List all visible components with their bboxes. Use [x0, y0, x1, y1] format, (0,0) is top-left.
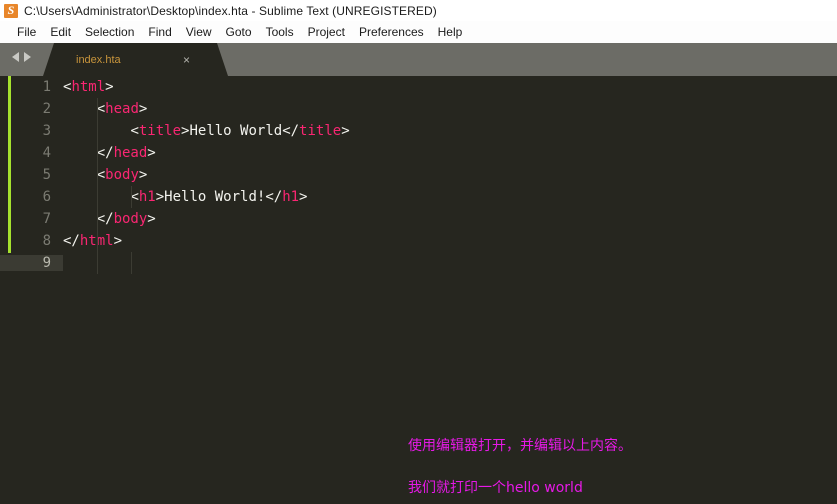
code-text: <h1>Hello World!</h1> — [130, 189, 308, 205]
menu-item-selection[interactable]: Selection — [78, 23, 141, 41]
code-text: <title>Hello World</title> — [130, 123, 350, 139]
chevron-right-icon[interactable] — [24, 52, 31, 62]
indent-guide — [131, 186, 132, 208]
line-number: 7 — [42, 211, 51, 227]
line-number: 3 — [42, 123, 51, 139]
line-number: 6 — [42, 189, 51, 205]
menu-item-file[interactable]: File — [10, 23, 43, 41]
menu-item-view[interactable]: View — [179, 23, 219, 41]
line-number: 1 — [42, 79, 51, 95]
code-line[interactable]: 7 </body> — [0, 208, 837, 230]
window-title: C:\Users\Administrator\Desktop\index.hta… — [24, 3, 437, 18]
line-number: 8 — [42, 233, 51, 249]
line-number: 9 — [0, 255, 63, 271]
code-editor[interactable]: 1 <html> 2 <head> 3 <title>Hello World</tit… — [0, 76, 837, 504]
menu-bar: File Edit Selection Find View Goto Tools Projec… — [0, 21, 837, 43]
menu-item-find[interactable]: Find — [141, 23, 178, 41]
code-line[interactable]: 3 <title>Hello World</title> — [0, 120, 837, 142]
code-line[interactable]: 5 <body> — [0, 164, 837, 186]
menu-item-help[interactable]: Help — [431, 23, 470, 41]
code-line[interactable]: 8 </html> — [0, 230, 837, 252]
code-text: </head> — [96, 145, 156, 161]
indent-guide — [97, 98, 98, 274]
menu-item-preferences[interactable]: Preferences — [352, 23, 431, 41]
chevron-left-icon[interactable] — [12, 52, 19, 62]
sublime-text-icon — [4, 3, 18, 18]
sublime-text-window: C:\Users\Administrator\Desktop\index.hta… — [0, 0, 837, 504]
annotation-line-1: 使用编辑器打开，并编辑以上内容。 — [408, 438, 632, 454]
code-text: </html> — [63, 233, 123, 249]
line-number: 5 — [42, 167, 51, 183]
menu-item-edit[interactable]: Edit — [43, 23, 78, 41]
code-lines: 1 <html> 2 <head> 3 <title>Hello World</tit… — [0, 76, 837, 274]
title-bar: C:\Users\Administrator\Desktop\index.hta… — [0, 0, 837, 21]
code-text: <html> — [63, 79, 114, 95]
close-icon[interactable]: × — [183, 54, 190, 66]
tab-label: index.hta — [76, 53, 121, 66]
code-text: <head> — [96, 101, 148, 117]
line-number: 2 — [42, 101, 51, 117]
code-line[interactable]: 9 — [0, 252, 837, 274]
code-line[interactable]: 6 <h1>Hello World!</h1> — [0, 186, 837, 208]
code-text: <body> — [96, 167, 148, 183]
tab-nav-arrows — [12, 52, 31, 62]
code-line[interactable]: 4 </head> — [0, 142, 837, 164]
annotation-line-2: 我们就打印一个hello world — [408, 480, 583, 496]
menu-item-tools[interactable]: Tools — [259, 23, 301, 41]
code-line[interactable]: 2 <head> — [0, 98, 837, 120]
menu-item-project[interactable]: Project — [301, 23, 352, 41]
code-text: </body> — [96, 211, 156, 227]
code-line[interactable]: 1 <html> — [0, 76, 837, 98]
line-number: 4 — [42, 145, 51, 161]
tab-index-hta[interactable]: index.hta × — [43, 43, 228, 76]
tab-bar: index.hta × — [0, 43, 837, 76]
indent-guide — [131, 252, 132, 274]
menu-item-goto[interactable]: Goto — [219, 23, 259, 41]
